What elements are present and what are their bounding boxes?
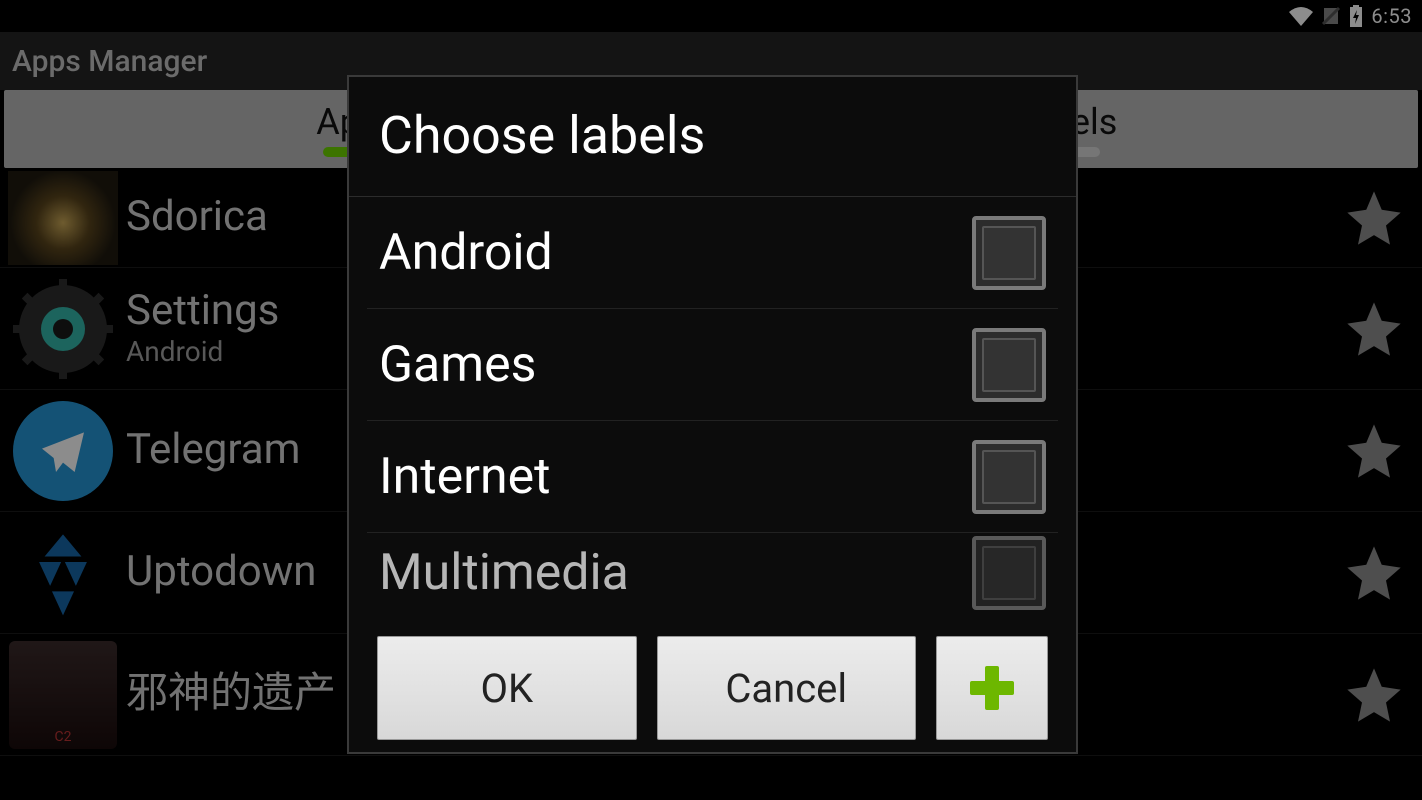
no-sim-icon [1321,6,1341,26]
label-row-internet[interactable]: Internet [367,421,1058,533]
page-title: Apps Manager [12,44,207,79]
label-text: Multimedia [379,544,629,602]
label-text: Internet [379,448,551,506]
status-bar: 6:53 [0,0,1422,32]
app-icon-sdorica [8,171,118,265]
star-icon[interactable] [1342,419,1406,483]
dialog-title: Choose labels [349,77,1076,197]
app-icon-settings [8,274,118,384]
app-icon-telegram [8,396,118,506]
status-time: 6:53 [1371,4,1412,28]
dialog-label-list: Android Games Internet Multimedia [349,197,1076,624]
choose-labels-dialog: Choose labels Android Games Internet Mul… [347,75,1078,754]
app-icon-game: C2 [8,640,118,750]
label-row-android[interactable]: Android [367,197,1058,309]
star-icon[interactable] [1342,297,1406,361]
star-icon[interactable] [1342,663,1406,727]
ok-button-label: OK [480,665,533,712]
label-row-games[interactable]: Games [367,309,1058,421]
checkbox[interactable] [972,536,1046,610]
checkbox[interactable] [972,328,1046,402]
cancel-button[interactable]: Cancel [657,636,917,740]
star-icon[interactable] [1342,186,1406,250]
app-icon-uptodown [8,518,118,628]
label-text: Games [379,336,536,394]
checkbox[interactable] [972,216,1046,290]
add-label-button[interactable] [936,636,1048,740]
star-icon[interactable] [1342,541,1406,605]
label-row-multimedia[interactable]: Multimedia [367,533,1058,613]
checkbox[interactable] [972,440,1046,514]
ok-button[interactable]: OK [377,636,637,740]
dialog-button-bar: OK Cancel [349,624,1076,752]
cancel-button-label: Cancel [725,665,847,712]
wifi-icon [1289,6,1313,26]
plus-icon [970,666,1014,710]
label-text: Android [379,224,553,282]
battery-charging-icon [1349,5,1363,27]
